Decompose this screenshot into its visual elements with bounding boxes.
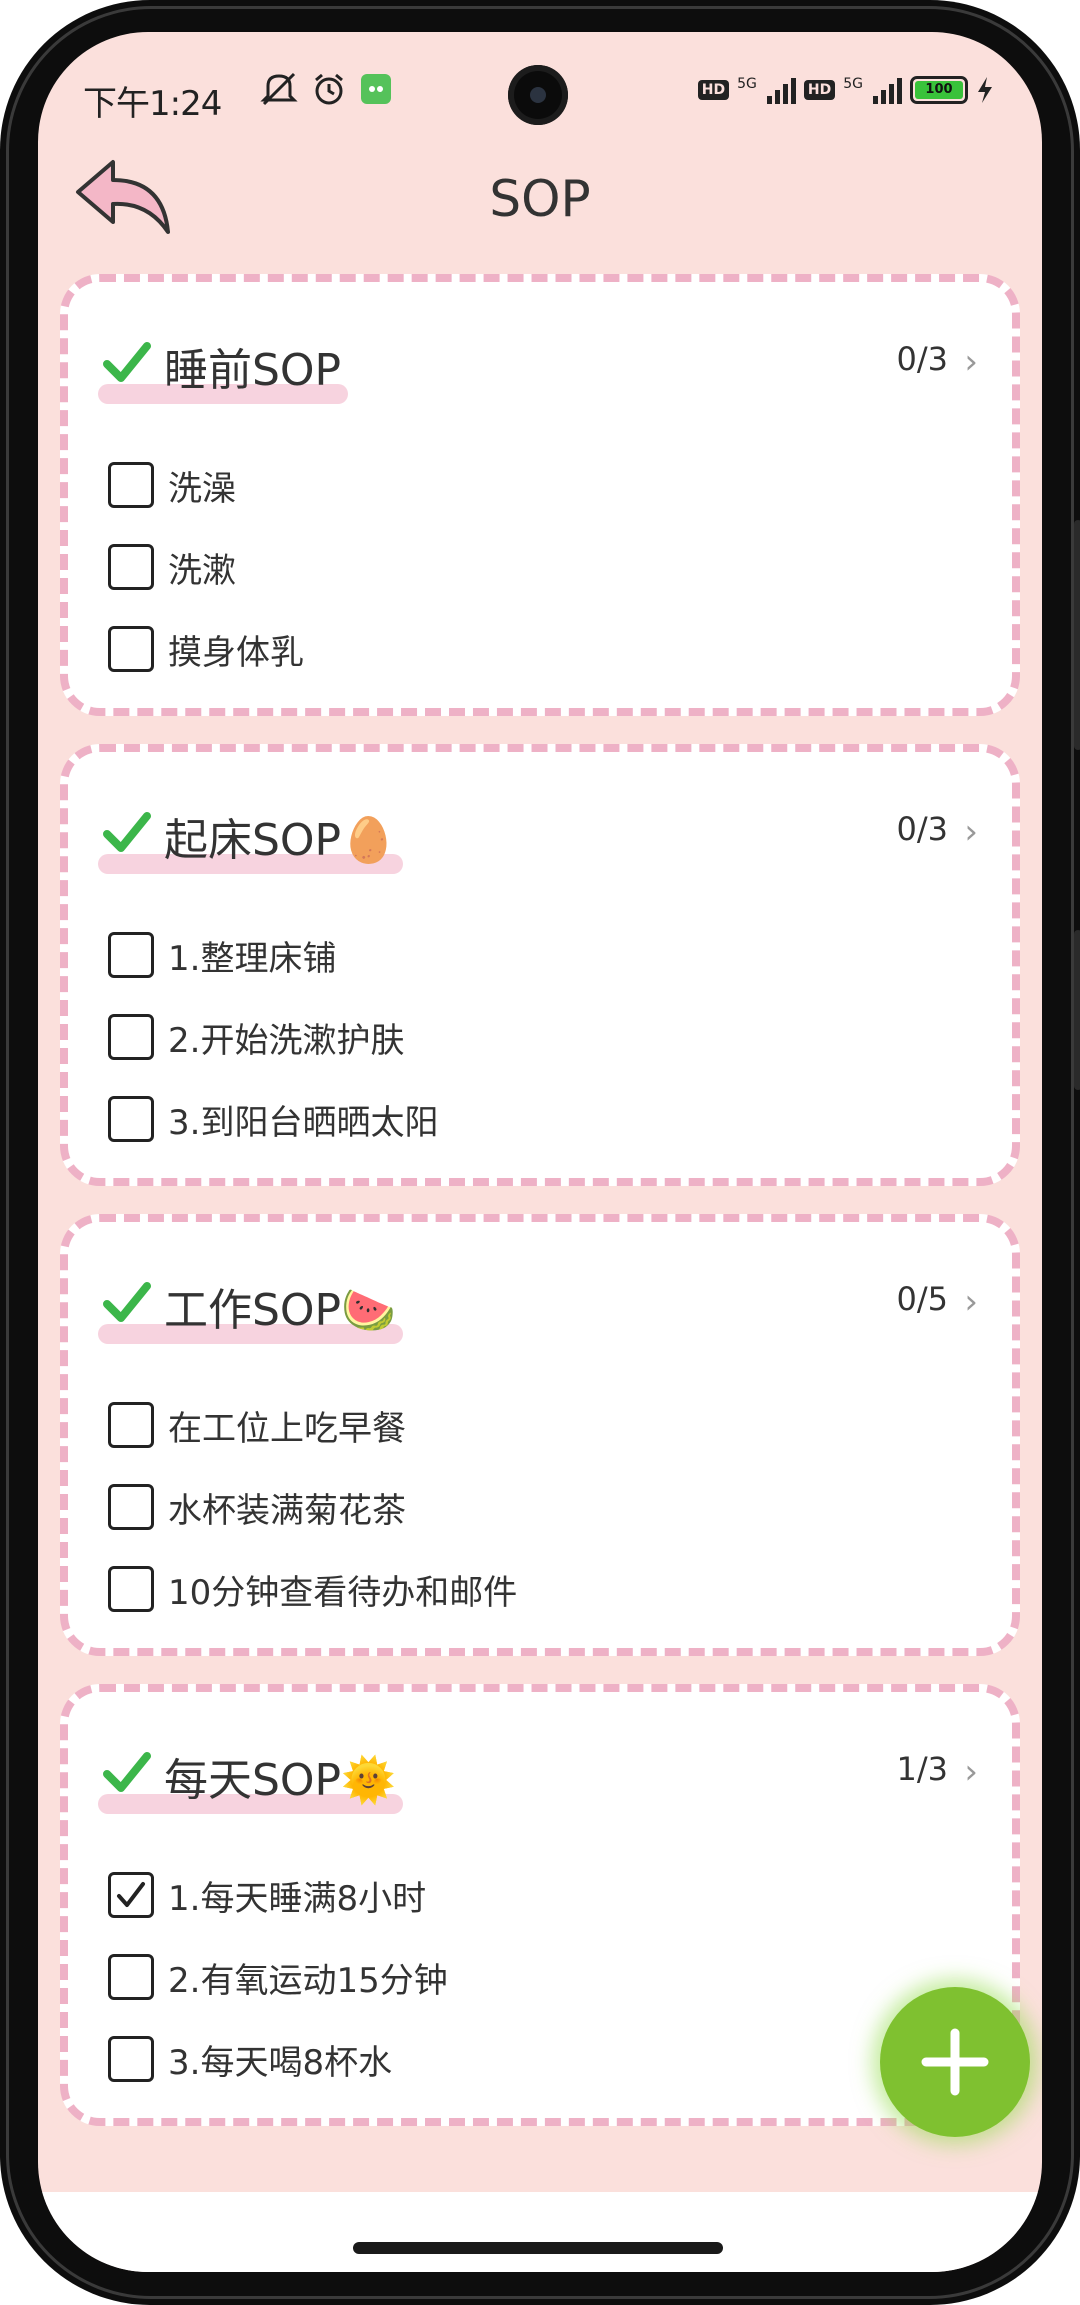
checkbox[interactable] [108,2036,154,2082]
add-sop-button[interactable] [880,1987,1030,2137]
checklist-item[interactable]: 3.到阳台晒晒太阳 [108,1094,438,1144]
checklist-item[interactable]: 洗澡 [108,460,236,510]
checkmark-icon [103,342,151,382]
status-bar: 下午1:24 HD 5G HD 5G 100 [38,32,1042,162]
bottom-strip [38,2192,1042,2272]
checkbox-checkmark-icon [117,1882,145,1907]
network-type: 5G [843,76,863,92]
progress-count: 0/5 [896,1280,949,1318]
battery-icon: 100 [910,76,968,104]
network-type: 5G [737,76,757,92]
checkbox[interactable] [108,1014,154,1060]
sop-card[interactable]: 每天SOP🌞 1/3 › 1.每天睡满8小时 2.有氧运动15分钟 3.每天喝8… [60,1684,1020,2126]
checklist-item[interactable]: 在工位上吃早餐 [108,1400,406,1450]
checkbox[interactable] [108,1872,154,1918]
chevron-right-icon[interactable]: › [964,812,978,852]
checklist-item[interactable]: 3.每天喝8杯水 [108,2034,392,2084]
checklist-item[interactable]: 1.整理床铺 [108,930,336,980]
hd-badge: HD [697,80,730,100]
item-label: 2.有氧运动15分钟 [168,1960,448,2001]
item-label: 1.每天睡满8小时 [168,1878,427,1919]
sop-card[interactable]: 起床SOP🥚 0/3 › 1.整理床铺 2.开始洗漱护肤 3.到阳台晒晒太阳 [60,744,1020,1186]
plus-icon [921,2028,989,2096]
page-title: SOP [489,170,591,228]
phone-frame: 下午1:24 HD 5G HD 5G 100 SOP 睡前SOP 0/3 › 洗… [0,0,1080,2305]
signal-icon [873,76,902,104]
checklist-item[interactable]: 10分钟查看待办和邮件 [108,1564,517,1614]
checklist-item[interactable]: 摸身体乳 [108,624,304,674]
progress-count: 0/3 [896,340,949,378]
chevron-right-icon[interactable]: › [964,1752,978,1792]
status-right-icons: HD 5G HD 5G 100 [697,76,994,104]
alarm-icon [315,73,343,105]
chevron-right-icon[interactable]: › [964,1282,978,1322]
status-left-icons [260,72,392,106]
checkbox[interactable] [108,1096,154,1142]
item-label: 洗漱 [168,550,236,591]
battery-level: 100 [915,81,963,99]
charging-icon [978,77,992,103]
checklist-item[interactable]: 1.每天睡满8小时 [108,1870,426,1920]
checkbox[interactable] [108,1954,154,2000]
checkbox[interactable] [108,1402,154,1448]
checkmark-icon [103,1282,151,1322]
progress-count: 0/3 [896,810,949,848]
card-title: 睡前SOP [164,345,342,396]
card-title: 每天SOP🌞 [164,1755,396,1806]
status-time: 下午1:24 [83,84,222,124]
item-label: 1.整理床铺 [168,938,337,979]
checkbox[interactable] [108,1566,154,1612]
volume-button [1074,520,1080,750]
checkbox[interactable] [108,626,154,672]
front-camera [508,65,568,125]
progress-count: 1/3 [896,1750,949,1788]
card-title: 工作SOP🍉 [164,1285,396,1336]
card-title: 起床SOP🥚 [164,815,396,866]
item-label: 3.到阳台晒晒太阳 [168,1102,439,1143]
checklist-item[interactable]: 2.有氧运动15分钟 [108,1952,448,2002]
home-indicator[interactable] [353,2242,723,2254]
checkbox[interactable] [108,1484,154,1530]
power-button [1074,930,1080,1090]
checklist-item[interactable]: 洗漱 [108,542,236,592]
checkbox[interactable] [108,544,154,590]
checklist-item[interactable]: 2.开始洗漱护肤 [108,1012,404,1062]
signal-icon [766,76,796,104]
item-label: 洗澡 [168,468,236,509]
chevron-right-icon[interactable]: › [964,342,978,382]
sop-card[interactable]: 工作SOP🍉 0/5 › 在工位上吃早餐 水杯装满菊花茶 10分钟查看待办和邮件 [60,1214,1020,1656]
sop-card[interactable]: 睡前SOP 0/3 › 洗澡 洗漱 摸身体乳 [60,274,1020,716]
checkmark-icon [103,812,151,852]
item-label: 摸身体乳 [168,632,304,673]
item-label: 水杯装满菊花茶 [168,1490,406,1531]
item-label: 3.每天喝8杯水 [168,2042,393,2083]
item-label: 10分钟查看待办和邮件 [168,1572,518,1613]
screen: 下午1:24 HD 5G HD 5G 100 SOP 睡前SOP 0/3 › 洗… [38,32,1042,2272]
app-notification-icon [361,74,391,104]
checkbox[interactable] [108,932,154,978]
checkbox[interactable] [108,462,154,508]
checkmark-icon [103,1752,151,1792]
item-label: 2.开始洗漱护肤 [168,1020,405,1061]
item-label: 在工位上吃早餐 [168,1408,406,1449]
checklist-item[interactable]: 水杯装满菊花茶 [108,1482,406,1532]
hd-badge: HD [803,80,836,100]
mute-icon [260,72,298,106]
